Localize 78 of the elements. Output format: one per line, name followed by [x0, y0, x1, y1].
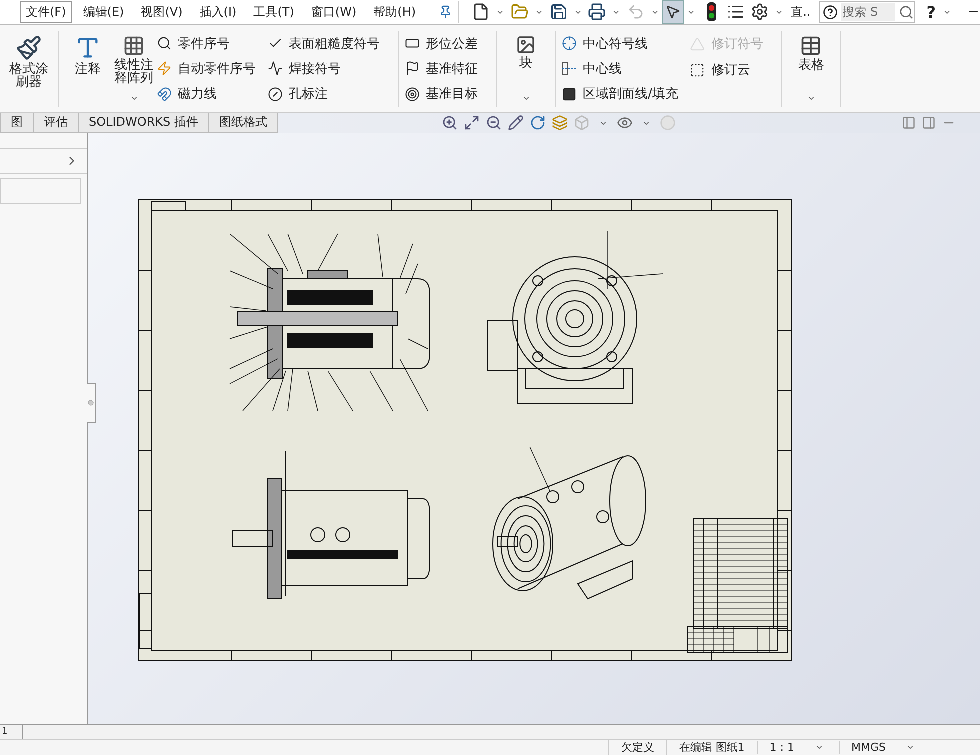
ribbon-button[interactable]: 磁力线 — [157, 82, 256, 107]
caret-icon[interactable] — [130, 94, 138, 103]
zigzag-icon — [268, 61, 283, 76]
ribbon-button[interactable]: 形位公差 — [405, 31, 478, 56]
crosshair-icon — [562, 36, 577, 52]
ribbon-button[interactable]: 表格 — [788, 31, 834, 107]
lightning-icon — [157, 61, 172, 76]
triangle-icon — [690, 36, 706, 52]
menu-item[interactable]: 工具(T) — [248, 1, 300, 23]
rotate-icon[interactable] — [530, 115, 546, 131]
panel-left-icon[interactable] — [902, 116, 916, 130]
folder-icon[interactable] — [510, 3, 529, 21]
magnifier-icon — [157, 36, 172, 52]
ribbon-button[interactable]: 表面粗糙度符号 — [268, 31, 380, 56]
traffic-light-icon[interactable] — [706, 2, 716, 22]
ribbon-button[interactable]: 基准特征 — [405, 56, 478, 82]
ribbon-button[interactable]: 块 — [503, 31, 549, 107]
input-field[interactable] — [0, 178, 81, 204]
layers-icon[interactable] — [552, 115, 568, 131]
save-icon[interactable] — [550, 3, 568, 21]
centerline-icon — [562, 62, 577, 76]
menu-item[interactable]: 帮助(H) — [368, 1, 422, 23]
ribbon-button[interactable]: 中心线 — [562, 56, 678, 82]
grid-icon — [123, 35, 145, 57]
paintbrush-icon — [16, 35, 42, 61]
picture-icon — [516, 35, 536, 55]
table-icon — [800, 35, 822, 57]
ribbon-tab[interactable]: 评估 — [33, 113, 79, 133]
caret-icon[interactable] — [522, 94, 530, 103]
menu-item[interactable]: 窗口(W) — [305, 1, 363, 23]
dashed-rectangle-icon — [690, 62, 706, 78]
settings-icon[interactable] — [751, 3, 770, 21]
target-icon — [405, 86, 420, 102]
ribbon-tab[interactable]: 图纸格式 — [208, 113, 278, 133]
toolbar-label[interactable]: 直.. — [791, 4, 811, 20]
panel-splitter[interactable] — [87, 383, 96, 423]
ribbon-button[interactable]: 格式涂刷器 — [6, 31, 52, 107]
caret-icon[interactable] — [806, 94, 816, 103]
menu-item[interactable]: 视图(V) — [135, 1, 189, 23]
menu-item[interactable]: 文件(F) — [20, 1, 72, 23]
zoom-icon[interactable] — [442, 115, 458, 131]
hole-symbol-icon — [268, 86, 283, 102]
menu-item[interactable]: 编辑(E) — [77, 1, 130, 23]
pin-icon[interactable] — [439, 5, 452, 19]
ribbon-button[interactable]: 注释 — [65, 31, 111, 107]
list-icon[interactable] — [727, 3, 746, 21]
status-item: 1 : 1 — [756, 741, 838, 754]
ribbon-button[interactable]: 区域剖面线/填充 — [562, 82, 678, 107]
magnifier-icon[interactable] — [486, 115, 502, 131]
ribbon-button[interactable]: 焊接符号 — [268, 56, 380, 82]
ribbon-tab[interactable]: 图 — [0, 113, 34, 133]
status-item: MMGS — [838, 741, 930, 754]
eye-icon[interactable] — [617, 115, 634, 131]
ribbon-tab[interactable]: SOLIDWORKS 插件 — [78, 113, 210, 133]
help-button[interactable]: ? — [926, 2, 936, 22]
search-icon[interactable] — [898, 4, 914, 20]
zoom-fit-icon[interactable] — [464, 115, 480, 131]
pencil-icon[interactable] — [508, 115, 524, 131]
pointer-icon — [665, 4, 682, 20]
help-icon[interactable] — [822, 4, 838, 20]
new-document-icon[interactable] — [472, 3, 490, 21]
ribbon-button[interactable]: 线性注释阵列 — [111, 31, 157, 107]
select-button[interactable] — [662, 0, 684, 24]
magnet-icon — [157, 86, 172, 102]
menu-item[interactable]: 插入(I) — [194, 1, 243, 23]
status-item: 在编辑 图纸1 — [666, 740, 757, 755]
panel-right-icon[interactable] — [922, 116, 936, 130]
caret-icon[interactable] — [906, 743, 915, 752]
ribbon-button[interactable]: 中心符号线 — [562, 31, 678, 56]
caret-icon[interactable] — [814, 743, 824, 752]
search-field[interactable]: 搜索 S — [818, 1, 915, 23]
ribbon-button[interactable]: 基准目标 — [405, 82, 478, 107]
printer-icon[interactable] — [588, 3, 606, 21]
ribbon-button[interactable]: 修订云 — [690, 57, 764, 83]
status-item: 欠定义 — [608, 740, 666, 755]
ribbon-button[interactable]: 自动零件序号 — [157, 56, 256, 82]
ribbon-button[interactable]: 孔标注 — [268, 82, 380, 107]
ribbon-button[interactable]: 零件序号 — [157, 31, 256, 56]
